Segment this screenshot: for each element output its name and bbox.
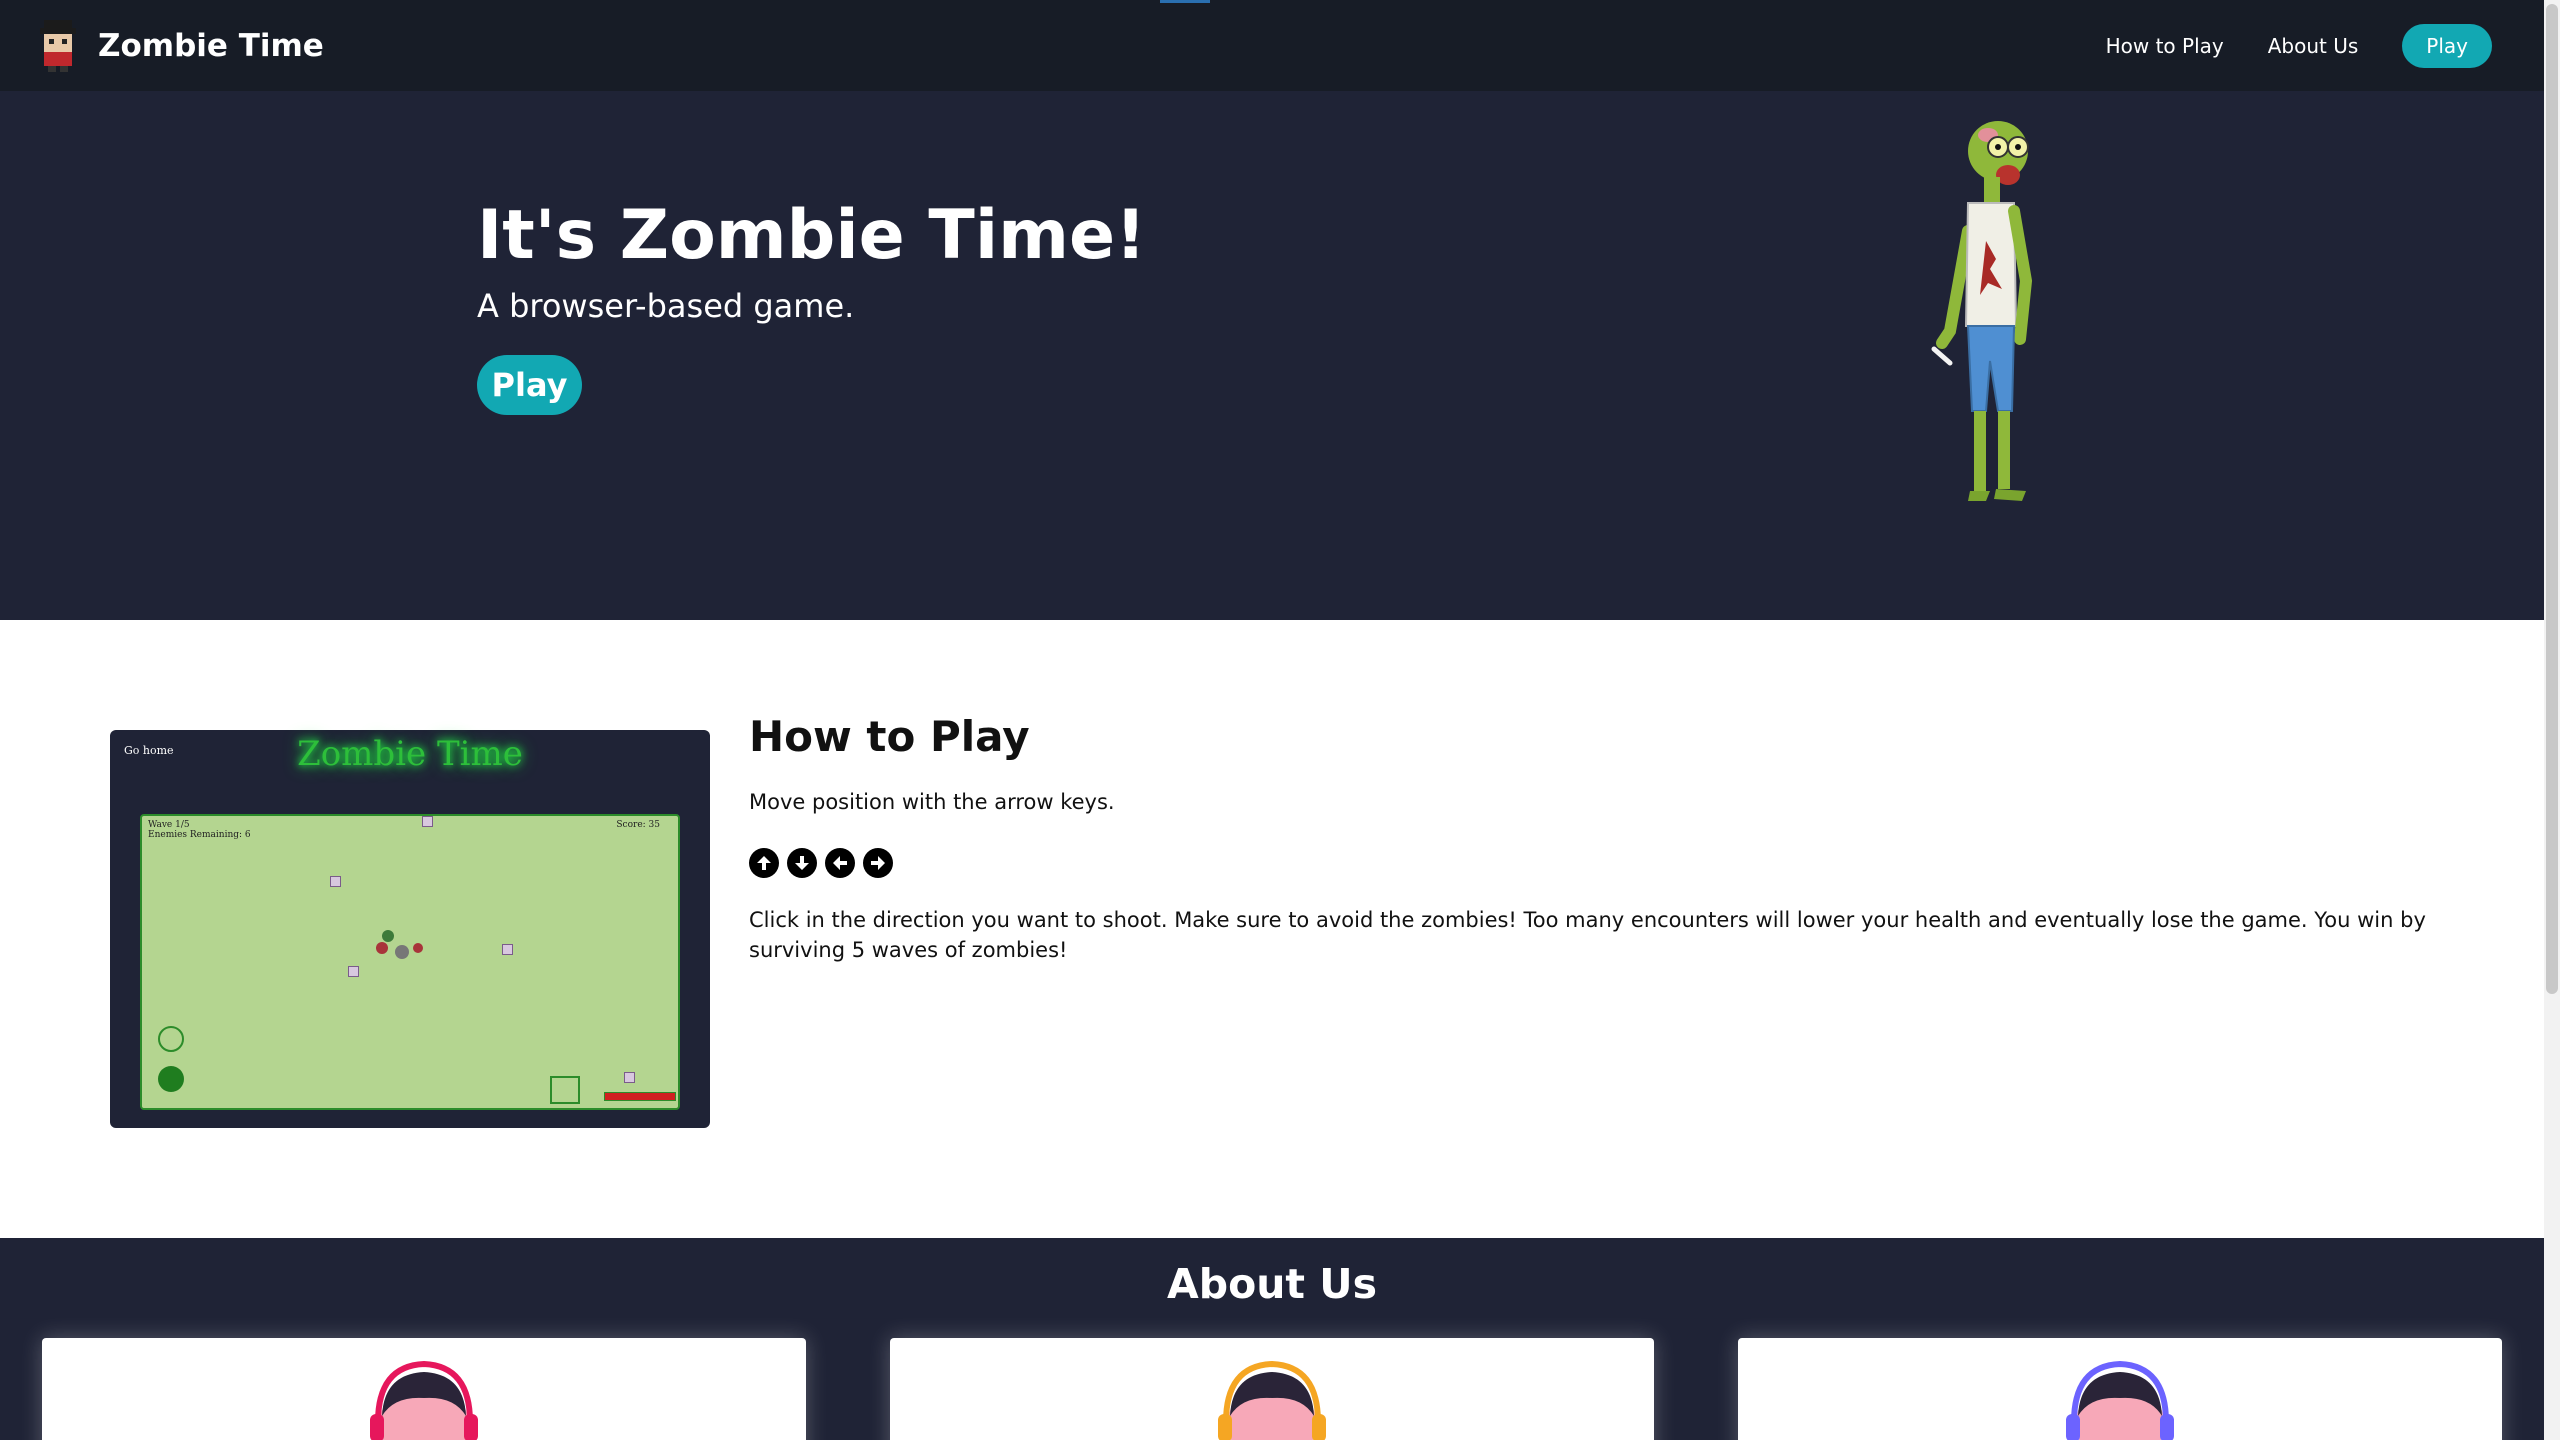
how-to-play-title: How to Play: [749, 712, 1030, 761]
arrow-keys: [749, 848, 893, 878]
game-pause-button: [158, 1066, 184, 1092]
arrow-left-icon: [825, 848, 855, 878]
game-health-bar: [604, 1092, 676, 1101]
avatar: [370, 1360, 478, 1440]
game-crate: [502, 944, 513, 955]
game-screenshot: Go home Zombie Time Wave 1/5 Enemies Rem…: [110, 730, 710, 1128]
game-crate: [422, 816, 433, 827]
brand-name: Zombie Time: [98, 27, 324, 64]
arrow-up-icon: [749, 848, 779, 878]
nav-indicator: [1160, 0, 1210, 3]
game-sound-button: [158, 1026, 184, 1052]
game-characters: [376, 930, 423, 959]
scrollbar-thumb[interactable]: [2546, 4, 2558, 994]
nav-link-about-us[interactable]: About Us: [2268, 34, 2359, 58]
game-field: Wave 1/5 Enemies Remaining: 6 Score: 35: [140, 814, 680, 1110]
nav-link-how-to-play[interactable]: How to Play: [2106, 34, 2224, 58]
avatar: [1218, 1360, 1326, 1440]
brand[interactable]: Zombie Time: [34, 18, 324, 74]
about-us-section: About Us: [0, 1238, 2544, 1440]
game-crate: [348, 966, 359, 977]
arrow-down-icon: [787, 848, 817, 878]
hero-play-button[interactable]: Play: [477, 355, 582, 415]
game-crate: [624, 1072, 635, 1083]
game-wave-hud: Wave 1/5 Enemies Remaining: 6: [148, 820, 251, 840]
team-member-card: [42, 1338, 806, 1440]
hero-subtitle: A browser-based game.: [477, 287, 855, 325]
about-us-title: About Us: [1166, 1260, 1377, 1308]
zombie-illustration: [1931, 121, 2033, 501]
how-to-play-section: Go home Zombie Time Wave 1/5 Enemies Rem…: [0, 620, 2544, 1238]
navbar: Zombie Time How to Play About Us Play: [0, 0, 2544, 91]
how-to-play-shoot-text: Click in the direction you want to shoot…: [749, 908, 2426, 962]
game-score-label: Score: 35: [616, 820, 660, 830]
zombie-logo-icon: [40, 19, 76, 72]
game-enemies-label: Enemies Remaining: 6: [148, 830, 251, 840]
team-member-card: [890, 1338, 1654, 1440]
hero-section: It's Zombie Time! A browser-based game. …: [0, 91, 2544, 620]
nav-play-button[interactable]: Play: [2402, 23, 2492, 68]
how-to-play-move-text: Move position with the arrow keys.: [749, 790, 1115, 814]
avatar: [2066, 1360, 2174, 1440]
game-crate: [330, 876, 341, 887]
game-wave-label: Wave 1/5: [148, 820, 190, 830]
team-member-card: [1738, 1338, 2502, 1440]
nav-links: How to Play About Us Play: [2106, 23, 2492, 68]
page-scrollbar[interactable]: [2544, 0, 2560, 1440]
game-title-logo: Zombie Time: [297, 734, 523, 774]
game-weapon-slot: [550, 1076, 580, 1104]
arrow-right-icon: [863, 848, 893, 878]
hero-title: It's Zombie Time!: [477, 196, 1147, 275]
